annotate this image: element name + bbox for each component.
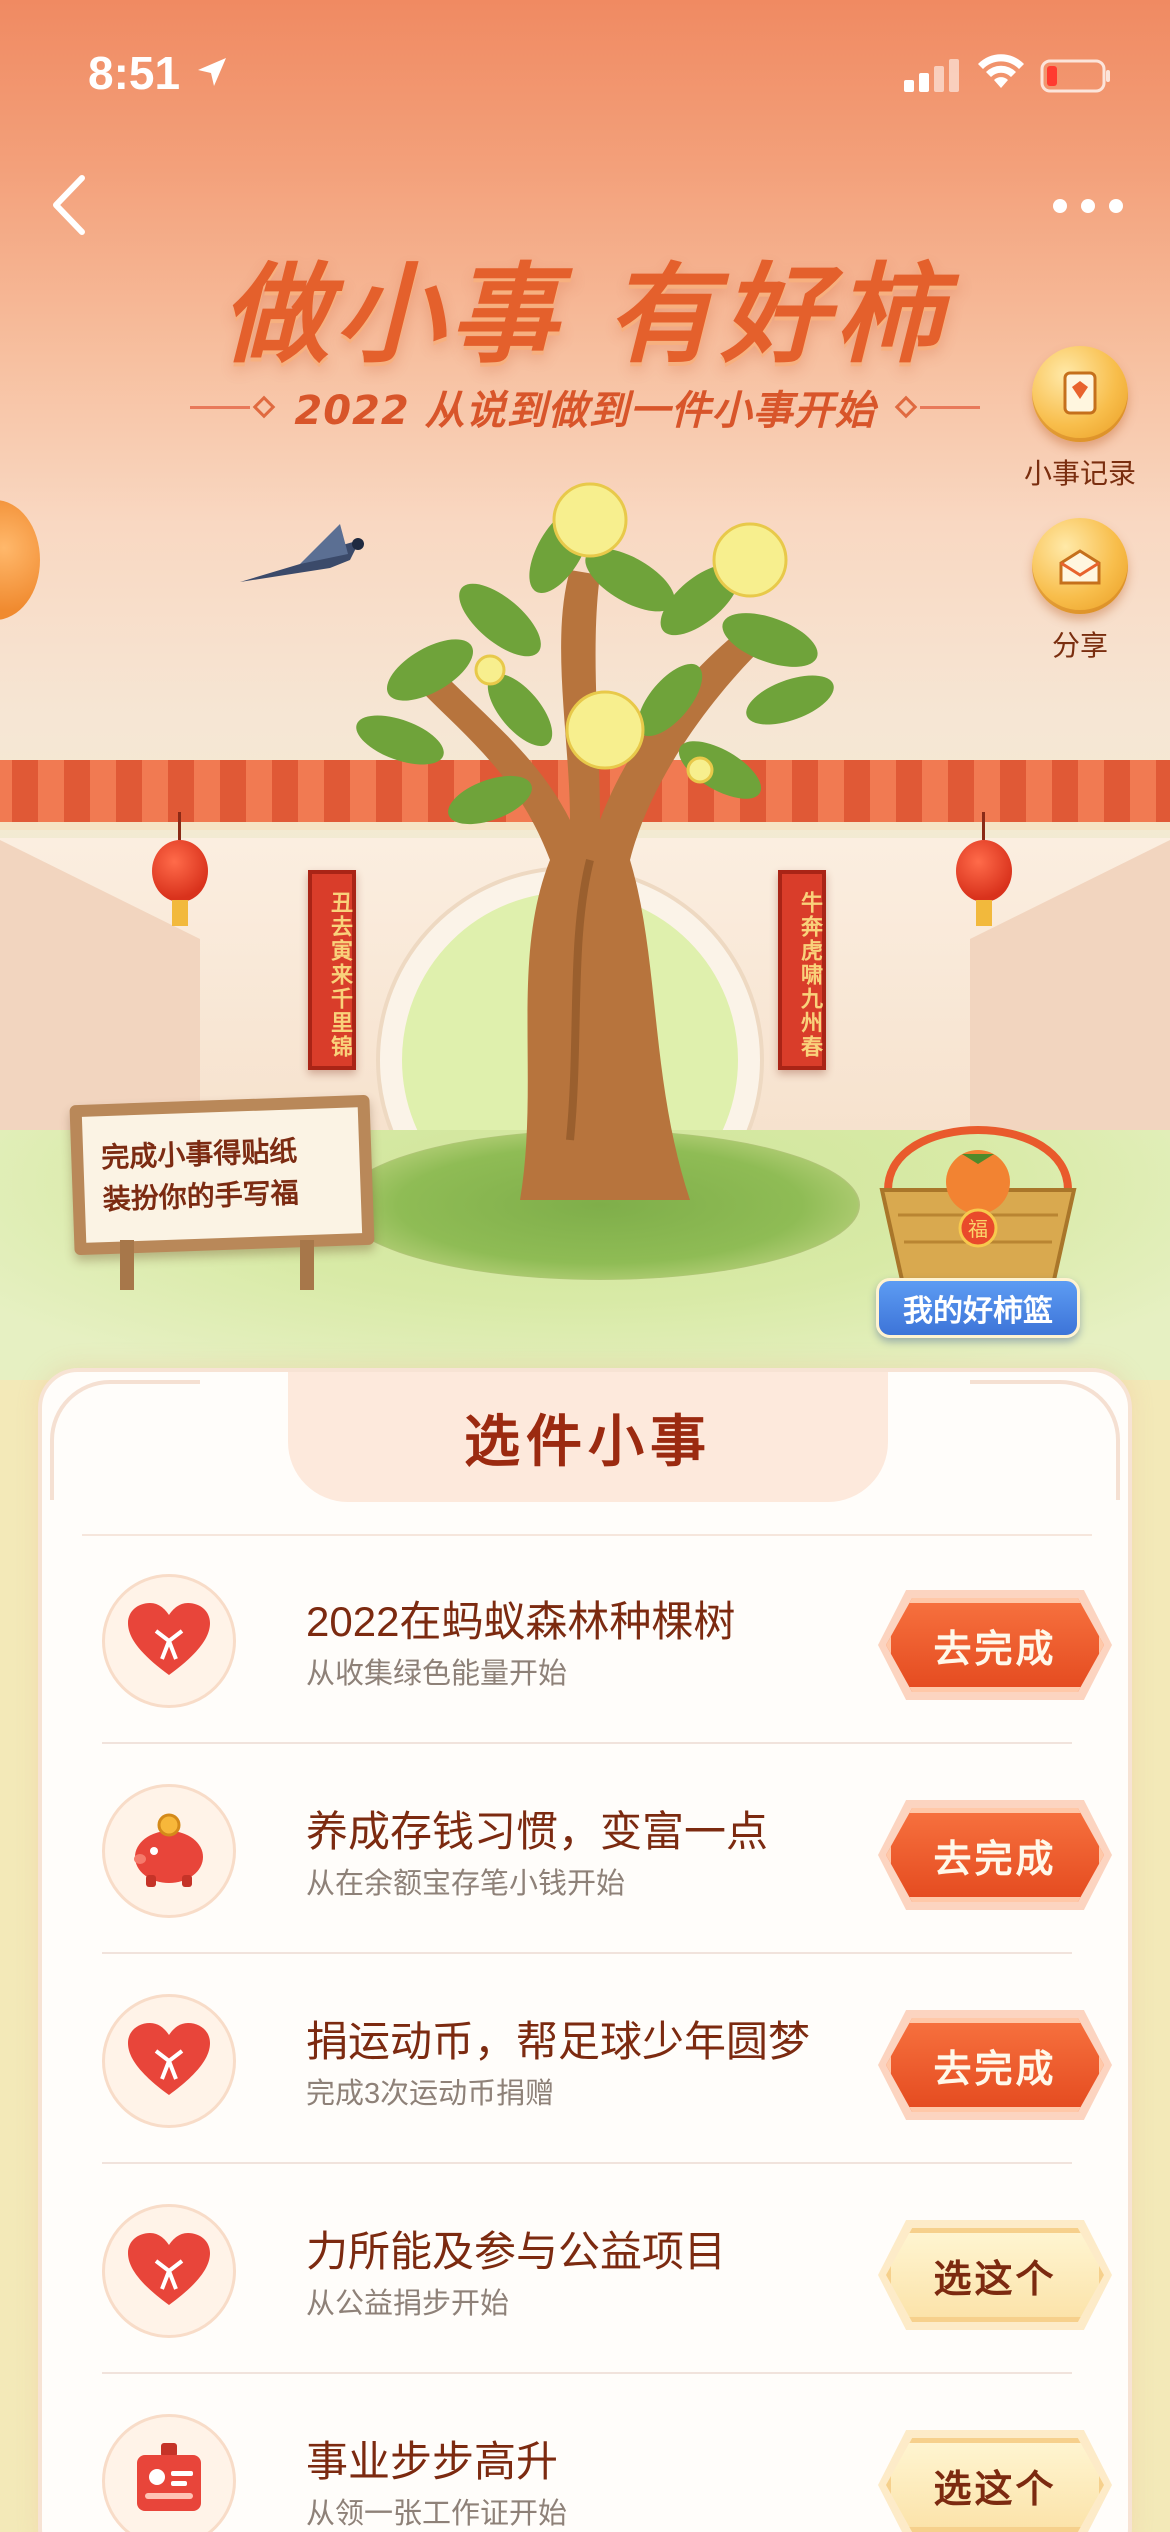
task-row: 养成存钱习惯，变富一点 从在余额宝存笔小钱开始 去完成 xyxy=(102,1744,1112,1954)
hero-subtitle: 2022 从说到做到一件小事开始 xyxy=(294,388,876,434)
task-subtitle: 从公益捐步开始 xyxy=(306,2288,510,2320)
task-title: 力所能及参与公益项目 xyxy=(306,2228,727,2275)
more-options-button[interactable] xyxy=(1046,186,1130,226)
task-title: 2022在蚂蚁森林种棵树 xyxy=(306,1598,736,1645)
hero-subtitle-row: 2022 从说到做到一件小事开始 xyxy=(190,378,980,438)
heart-gift-icon xyxy=(102,1574,236,1708)
task-row: 捐运动币，帮足球少年圆梦 完成3次运动币捐赠 去完成 xyxy=(102,1954,1112,2164)
heart-gift-icon xyxy=(102,1994,236,2128)
lantern-left xyxy=(152,812,208,926)
task-subtitle: 从收集绿色能量开始 xyxy=(306,1658,568,1690)
task-row: 事业步步高升 从领一张工作证开始 选这个 xyxy=(102,2374,1112,2532)
go-complete-button[interactable]: 去完成 xyxy=(886,1598,1104,1692)
choose-this-button[interactable]: 选这个 xyxy=(886,2228,1104,2322)
card-title: 选件小事 xyxy=(464,1408,712,1475)
task-title: 事业步步高升 xyxy=(306,2438,559,2485)
subtitle-line-right xyxy=(920,406,980,409)
battery-low-icon xyxy=(1040,59,1110,93)
lantern-right xyxy=(956,812,1012,926)
heart-gift-icon xyxy=(102,2204,236,2338)
choose-this-button[interactable]: 选这个 xyxy=(886,2438,1104,2532)
task-subtitle: 从领一张工作证开始 xyxy=(306,2498,568,2530)
magpie-bird-illustration xyxy=(240,524,364,582)
sign-leg-right xyxy=(300,1240,314,1290)
work-badge-icon xyxy=(102,2414,236,2532)
task-row: 力所能及参与公益项目 从公益捐步开始 选这个 xyxy=(102,2164,1112,2374)
sticker-hint-sign: 完成小事得贴纸 装扮你的手写福 xyxy=(69,1094,375,1256)
card-title-tab: 选件小事 xyxy=(288,1372,888,1502)
sign-leg-left xyxy=(120,1240,134,1290)
card-corner-right xyxy=(970,1380,1120,1500)
card-corner-left xyxy=(50,1380,200,1500)
sign-line-2: 装扮你的手写福 xyxy=(102,1176,300,1217)
task-row: 2022在蚂蚁森林种棵树 从收集绿色能量开始 去完成 xyxy=(102,1534,1112,1744)
location-arrow-icon xyxy=(198,58,226,86)
cellular-signal-icon xyxy=(904,59,959,92)
piggy-bank-icon xyxy=(102,1784,236,1918)
my-basket-button[interactable]: 我的好柿篮 xyxy=(876,1278,1080,1338)
task-subtitle: 完成3次运动币捐赠 xyxy=(306,2078,555,2110)
wifi-icon xyxy=(978,54,1024,88)
task-title: 捐运动币，帮足球少年圆梦 xyxy=(306,2018,811,2065)
task-selection-card: 选件小事 2022在蚂蚁森林种棵树 从收集绿色能量开始 去完成 养成存钱习惯，变… xyxy=(38,1368,1132,2532)
status-bar: 8:51 xyxy=(0,0,1170,140)
hero-banner: 8:51 做小事 有好柿 2022 从说到做到一件小事开始 小事记录 分享 丑去… xyxy=(0,0,1170,1380)
hero-title: 做小事 有好柿 xyxy=(221,253,949,378)
task-subtitle: 从在余额宝存笔小钱开始 xyxy=(306,1868,626,1900)
persimmon-basket-illustration[interactable]: 福 xyxy=(868,1120,1088,1290)
go-complete-button[interactable]: 去完成 xyxy=(886,2018,1104,2112)
task-title: 养成存钱习惯，变富一点 xyxy=(306,1808,769,1855)
basket-fu-char: 福 xyxy=(968,1217,988,1241)
persimmon-decoration xyxy=(0,500,40,620)
go-complete-button[interactable]: 去完成 xyxy=(886,1808,1104,1902)
record-icon xyxy=(1032,346,1128,442)
courtyard-scene: 丑去寅来千里锦 牛奔虎啸九州春 完成小事得贴纸 装扮你的手写福 福 我的好柿篮 xyxy=(0,440,1170,1380)
status-time: 8:51 xyxy=(88,47,181,99)
